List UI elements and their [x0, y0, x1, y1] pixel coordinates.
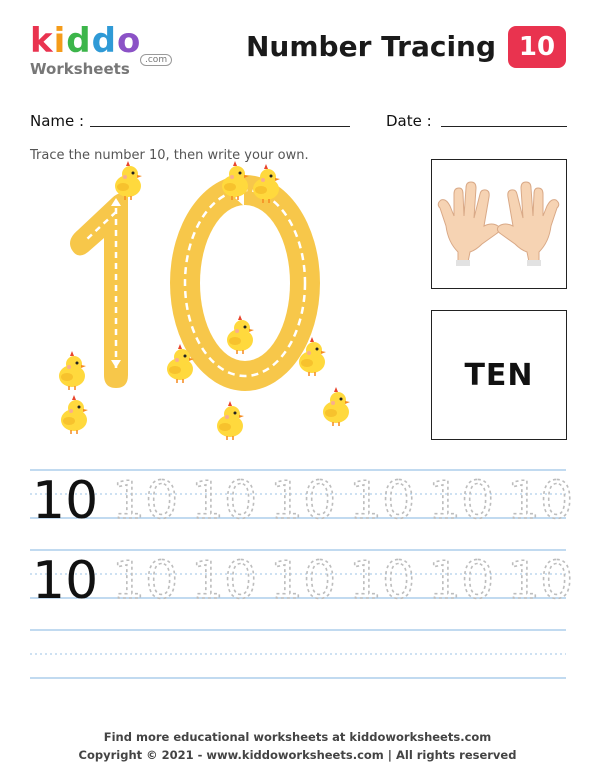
- trace-number[interactable]: 10: [269, 470, 337, 532]
- chick-icon: [60, 394, 89, 435]
- name-field[interactable]: [90, 126, 350, 127]
- name-label: Name :: [30, 112, 85, 130]
- date-label: Date :: [386, 112, 432, 130]
- trace-number[interactable]: 10: [190, 470, 258, 532]
- kiddo-worksheets-logo: kiddo Worksheets .com: [30, 21, 173, 84]
- number-word-box: TEN: [431, 310, 567, 440]
- big-number-tracing: [58, 160, 351, 441]
- trace-number[interactable]: 10: [506, 550, 574, 612]
- logo-wordmark: kiddo: [30, 21, 142, 61]
- footer-copyright: Copyright © 2021 - www.kiddoworksheets.c…: [78, 748, 517, 762]
- practice-area[interactable]: 10 10 10 10 10 10 1010 10 10 10 10 10 10: [0, 460, 595, 690]
- logo-dotcom: .com: [140, 54, 173, 66]
- chick-icon: [216, 400, 245, 441]
- number-word: TEN: [464, 357, 534, 393]
- trace-number[interactable]: 10: [427, 550, 495, 612]
- page-title: Number Tracing: [246, 30, 497, 63]
- trace-number[interactable]: 10: [427, 470, 495, 532]
- date-field[interactable]: [441, 126, 567, 127]
- trace-number[interactable]: 10: [111, 550, 179, 612]
- hands-icon: [437, 181, 560, 266]
- trace-number[interactable]: 10: [348, 470, 416, 532]
- trace-number[interactable]: 10: [190, 550, 258, 612]
- trace-number[interactable]: 10: [111, 470, 179, 532]
- number-badge: 10: [508, 26, 566, 68]
- footer-promo: Find more educational worksheets at kidd…: [103, 730, 492, 744]
- trace-number[interactable]: 10: [506, 470, 574, 532]
- model-number: 10: [32, 471, 98, 531]
- hands-picture-box: [431, 159, 567, 289]
- trace-number[interactable]: 10: [348, 550, 416, 612]
- chick-icon: [322, 386, 351, 427]
- model-number: 10: [32, 551, 98, 611]
- chick-icon: [58, 350, 87, 391]
- trace-number[interactable]: 10: [269, 550, 337, 612]
